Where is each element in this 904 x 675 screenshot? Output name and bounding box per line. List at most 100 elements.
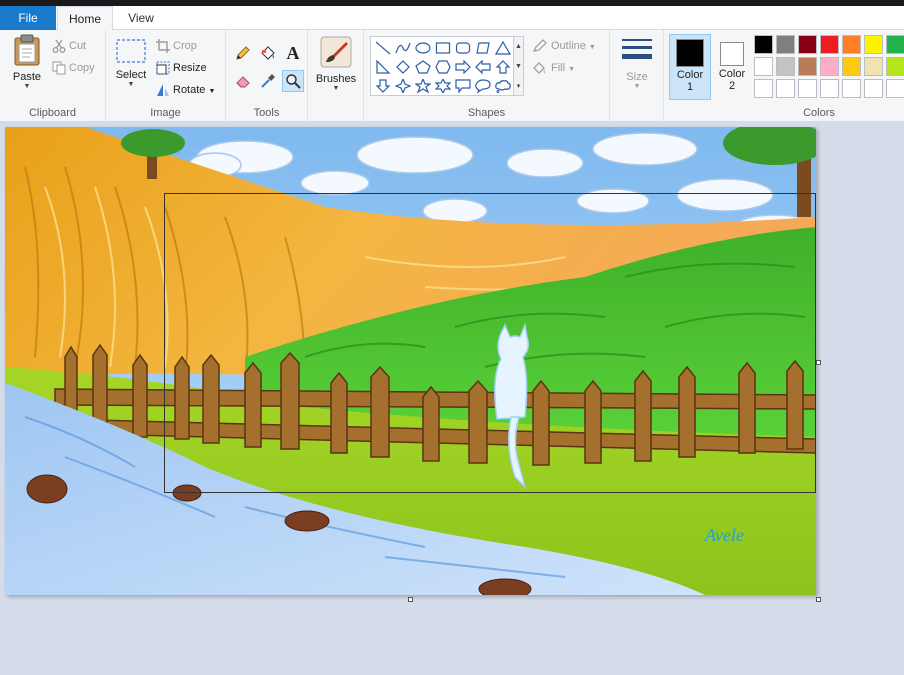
size-button[interactable]: Size ▼ xyxy=(616,36,658,91)
down-arrow-shape[interactable] xyxy=(373,76,393,95)
palette-swatch[interactable] xyxy=(820,57,839,76)
brushes-button[interactable]: Brushes ▼ xyxy=(314,36,358,93)
tab-view[interactable]: View xyxy=(116,6,166,30)
palette-swatch[interactable] xyxy=(864,35,883,54)
shapes-gallery-scroll[interactable]: ▲ ▼ ▾ xyxy=(514,36,524,96)
resize-button[interactable]: Resize xyxy=(156,58,207,78)
text-tool[interactable]: A xyxy=(282,42,304,64)
magnifier-tool[interactable] xyxy=(282,70,304,92)
up-arrow-shape[interactable] xyxy=(493,57,513,76)
palette-swatch[interactable] xyxy=(886,57,904,76)
line-icon xyxy=(375,41,391,54)
color-1-selector[interactable]: Color 1 xyxy=(669,34,711,100)
palette-swatch[interactable] xyxy=(820,35,839,54)
pentagon-shape[interactable] xyxy=(413,57,433,76)
tab-file[interactable]: File xyxy=(0,6,56,30)
right-arrow-shape[interactable] xyxy=(453,57,473,76)
palette-swatch[interactable] xyxy=(754,35,773,54)
color-2-selector[interactable]: Color 2 xyxy=(711,34,753,100)
palette-swatch[interactable] xyxy=(754,79,773,98)
palette-swatch[interactable] xyxy=(842,57,861,76)
palette-swatch[interactable] xyxy=(754,57,773,76)
text-a-icon: A xyxy=(286,42,300,63)
rotate-button[interactable]: Rotate ▼ xyxy=(156,80,215,100)
hexagon-icon xyxy=(435,59,451,74)
eraser-icon xyxy=(236,76,250,88)
select-button[interactable]: Select ▼ xyxy=(112,38,150,89)
polygon-icon xyxy=(476,41,490,54)
cloud-callout-shape[interactable] xyxy=(493,76,513,95)
fill-label: Fill xyxy=(551,62,566,74)
hexagon-shape[interactable] xyxy=(433,57,453,76)
crop-button[interactable]: Crop xyxy=(156,36,197,56)
palette-swatch[interactable] xyxy=(798,57,817,76)
eraser-tool[interactable] xyxy=(232,70,254,92)
drawing-canvas[interactable]: Avele xyxy=(5,127,816,595)
line-shape[interactable] xyxy=(373,38,393,57)
color-1-swatch xyxy=(676,39,704,67)
cut-label: Cut xyxy=(69,40,87,52)
tab-home[interactable]: Home xyxy=(57,6,113,31)
paint-bucket-icon xyxy=(261,46,275,60)
chevron-down-icon: ▼ xyxy=(23,83,31,90)
canvas-workspace: Avele xyxy=(0,123,904,675)
palette-swatch[interactable] xyxy=(842,35,861,54)
painting-landscape-with-cat: Avele xyxy=(5,127,816,595)
five-point-star-shape[interactable] xyxy=(413,76,433,95)
fill-button[interactable]: Fill ▼ xyxy=(532,58,575,78)
rectangle-shape[interactable] xyxy=(433,38,453,57)
four-point-star-shape[interactable] xyxy=(393,76,413,95)
ribbon: Paste ▼ Cut Copy Clipboard Select ▼ Crop… xyxy=(0,30,904,122)
oval-callout-shape[interactable] xyxy=(473,76,493,95)
tools-group-label: Tools xyxy=(253,107,280,119)
six-point-star-shape[interactable] xyxy=(433,76,453,95)
curve-shape[interactable] xyxy=(393,38,413,57)
outline-button[interactable]: Outline ▼ xyxy=(532,36,596,56)
palette-swatch[interactable] xyxy=(776,79,795,98)
palette-swatch[interactable] xyxy=(798,79,817,98)
paste-button[interactable]: Paste ▼ xyxy=(6,34,48,91)
oval-shape[interactable] xyxy=(413,38,433,57)
magnifier-icon xyxy=(286,74,301,89)
chevron-down-icon: ▼ xyxy=(633,83,641,90)
rectangular-callout-icon xyxy=(455,78,471,93)
palette-swatch[interactable] xyxy=(820,79,839,98)
palette-swatch[interactable] xyxy=(776,57,795,76)
pencil-tool[interactable] xyxy=(232,42,254,64)
polygon-shape[interactable] xyxy=(473,38,493,57)
triangle-shape[interactable] xyxy=(493,38,513,57)
copy-button[interactable]: Copy xyxy=(52,58,95,78)
color-2-label: Color 2 xyxy=(718,68,746,92)
colors-group: Color 1 Color 2 Colors xyxy=(664,30,904,122)
outline-brush-icon xyxy=(532,39,547,52)
chevron-down-icon: ▼ xyxy=(568,66,576,73)
chevron-down-icon: ▼ xyxy=(127,81,135,88)
cut-button[interactable]: Cut xyxy=(52,36,86,56)
scissors-icon xyxy=(52,39,66,54)
four-point-star-icon xyxy=(395,78,411,93)
palette-swatch[interactable] xyxy=(886,35,904,54)
resize-label: Resize xyxy=(173,62,207,74)
copy-icon xyxy=(52,61,66,75)
left-arrow-shape[interactable] xyxy=(473,57,493,76)
palette-swatch[interactable] xyxy=(864,79,883,98)
artist-signature: Avele xyxy=(704,525,744,545)
oval-icon xyxy=(415,41,431,54)
diamond-shape[interactable] xyxy=(393,57,413,76)
color-picker-tool[interactable] xyxy=(257,70,279,92)
right-triangle-icon xyxy=(376,59,391,74)
color-2-swatch xyxy=(720,42,744,66)
right-triangle-shape[interactable] xyxy=(373,57,393,76)
palette-swatch[interactable] xyxy=(864,57,883,76)
canvas-resize-handle-corner[interactable] xyxy=(816,597,821,602)
rounded-rectangle-shape[interactable] xyxy=(453,38,473,57)
outline-label: Outline xyxy=(551,40,586,52)
canvas-resize-handle-bottom[interactable] xyxy=(408,597,413,602)
palette-swatch[interactable] xyxy=(798,35,817,54)
palette-swatch[interactable] xyxy=(886,79,904,98)
rect-callout-shape[interactable] xyxy=(453,76,473,95)
canvas-resize-handle-right[interactable] xyxy=(816,360,821,365)
palette-swatch[interactable] xyxy=(776,35,795,54)
fill-tool[interactable] xyxy=(257,42,279,64)
palette-swatch[interactable] xyxy=(842,79,861,98)
